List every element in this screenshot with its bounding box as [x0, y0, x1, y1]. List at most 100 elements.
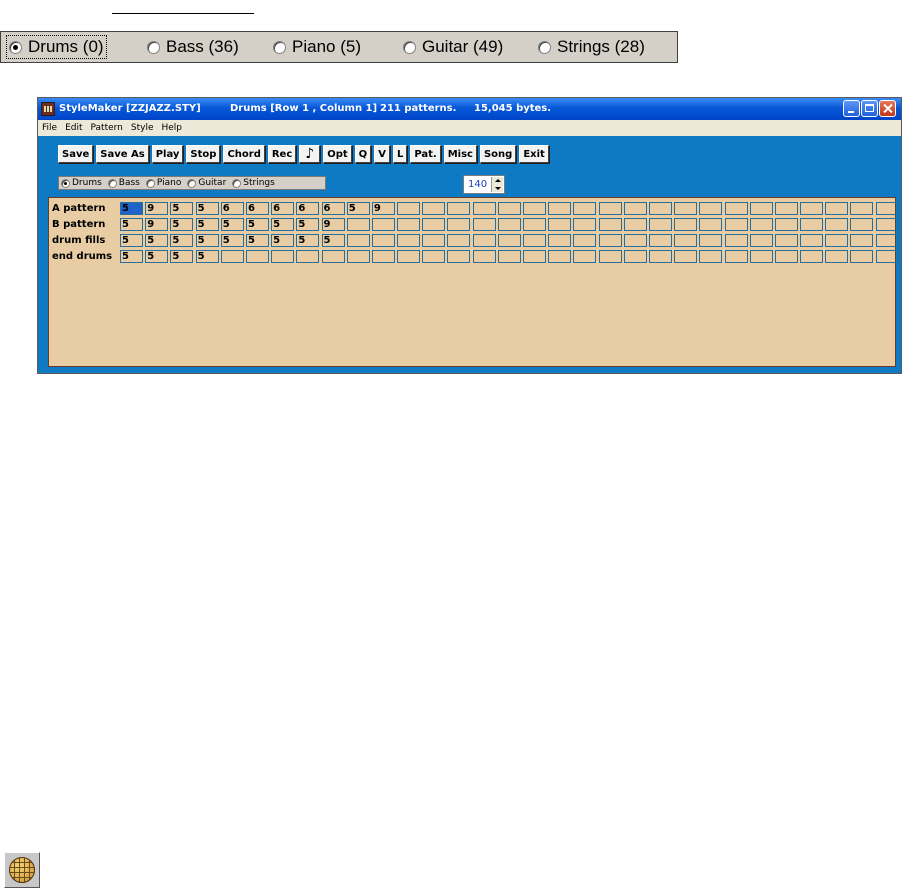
grid-cell[interactable]: [422, 201, 446, 215]
grid-cell[interactable]: [699, 233, 723, 247]
grid-cell[interactable]: [648, 201, 672, 215]
grid-cell[interactable]: 5: [145, 249, 169, 263]
grid-cell[interactable]: [674, 201, 698, 215]
radio-drums[interactable]: Drums: [61, 178, 102, 188]
radio-piano[interactable]: Piano: [145, 178, 181, 188]
song-button[interactable]: Song: [479, 145, 517, 163]
grid-cell[interactable]: [800, 217, 824, 231]
grid-cell[interactable]: [825, 201, 849, 215]
grid-cell[interactable]: [397, 201, 421, 215]
grid-cell[interactable]: [497, 217, 521, 231]
grid-cell[interactable]: [371, 217, 395, 231]
l-button[interactable]: L: [392, 145, 408, 163]
grid-cell[interactable]: [674, 217, 698, 231]
grid-cell[interactable]: 5: [195, 249, 219, 263]
grid-cell[interactable]: [371, 249, 395, 263]
grid-cell[interactable]: 5: [220, 217, 244, 231]
grid-cell[interactable]: [523, 217, 546, 231]
grid-cell[interactable]: 5: [120, 201, 143, 215]
exit-button[interactable]: Exit: [519, 145, 549, 163]
tempo-spinner[interactable]: 140: [463, 175, 505, 194]
grid-cell[interactable]: [422, 233, 446, 247]
grid-cell[interactable]: 9: [145, 217, 169, 231]
grid-cell[interactable]: 5: [120, 249, 143, 263]
grid-cell[interactable]: [623, 249, 647, 263]
radio-bass-large[interactable]: Bass (36): [147, 36, 239, 58]
grid-cell[interactable]: [220, 249, 244, 263]
q-button[interactable]: Q: [354, 145, 372, 163]
radio-guitar[interactable]: Guitar: [187, 178, 226, 188]
grid-cell[interactable]: [346, 249, 370, 263]
grid-cell[interactable]: [321, 249, 345, 263]
menu-file[interactable]: File: [42, 123, 57, 133]
menu-style[interactable]: Style: [131, 123, 154, 133]
grid-cell[interactable]: [724, 249, 748, 263]
grid-cell[interactable]: 5: [296, 233, 320, 247]
grid-cell[interactable]: [850, 217, 874, 231]
grid-cell[interactable]: 6: [296, 201, 320, 215]
grid-cell[interactable]: [346, 217, 370, 231]
grid-cell[interactable]: [548, 249, 572, 263]
radio-piano-large[interactable]: Piano (5): [273, 36, 361, 58]
grid-cell[interactable]: [648, 217, 672, 231]
radio-guitar-large[interactable]: Guitar (49): [403, 36, 503, 58]
grid-cell[interactable]: [825, 249, 849, 263]
grid-cell[interactable]: [245, 249, 269, 263]
grid-cell[interactable]: [749, 233, 773, 247]
grid-cell[interactable]: [623, 217, 647, 231]
title-bar[interactable]: StyleMaker [ZZJAZZ.STY] Drums [Row 1 , C…: [38, 98, 901, 120]
close-icon[interactable]: [879, 100, 896, 117]
globe-button[interactable]: [4, 852, 40, 888]
grid-cell[interactable]: 6: [271, 201, 295, 215]
maximize-icon[interactable]: [861, 100, 878, 117]
grid-cell[interactable]: 5: [195, 233, 219, 247]
grid-cell[interactable]: [850, 201, 874, 215]
spinner-buttons[interactable]: [491, 177, 503, 192]
menu-help[interactable]: Help: [162, 123, 183, 133]
grid-cell[interactable]: [598, 217, 622, 231]
grid-cell[interactable]: [447, 233, 471, 247]
grid-cell[interactable]: [422, 249, 446, 263]
grid-cell[interactable]: [674, 249, 698, 263]
rec-button[interactable]: Rec: [267, 145, 297, 163]
grid-cell[interactable]: [850, 249, 874, 263]
grid-cell[interactable]: [724, 217, 748, 231]
grid-cell[interactable]: [497, 233, 521, 247]
menu-pattern[interactable]: Pattern: [91, 123, 123, 133]
grid-cell[interactable]: 6: [220, 201, 244, 215]
grid-cell[interactable]: 5: [170, 249, 194, 263]
grid-cell[interactable]: [548, 233, 572, 247]
menu-edit[interactable]: Edit: [65, 123, 82, 133]
grid-cell[interactable]: [875, 249, 899, 263]
note-icon[interactable]: ♪: [299, 145, 321, 163]
grid-cell[interactable]: [472, 201, 496, 215]
minimize-icon[interactable]: [843, 100, 860, 117]
v-button[interactable]: V: [374, 145, 390, 163]
grid-cell[interactable]: [749, 217, 773, 231]
grid-cell[interactable]: [371, 233, 395, 247]
grid-cell[interactable]: [447, 249, 471, 263]
grid-cell[interactable]: [296, 249, 320, 263]
grid-cell[interactable]: 5: [195, 201, 219, 215]
grid-cell[interactable]: [573, 201, 597, 215]
tempo-value[interactable]: 140: [468, 179, 487, 190]
grid-cell[interactable]: 5: [170, 217, 194, 231]
pat-button[interactable]: Pat.: [410, 145, 441, 163]
grid-cell[interactable]: 5: [145, 233, 169, 247]
grid-cell[interactable]: [447, 201, 471, 215]
grid-cell[interactable]: [397, 233, 421, 247]
grid-cell[interactable]: [573, 217, 597, 231]
grid-cell[interactable]: [749, 201, 773, 215]
grid-cell[interactable]: [774, 249, 798, 263]
grid-cell[interactable]: 5: [195, 217, 219, 231]
grid-cell[interactable]: [598, 201, 622, 215]
grid-cell[interactable]: [850, 233, 874, 247]
grid-cell[interactable]: [397, 249, 421, 263]
grid-cell[interactable]: 5: [245, 233, 269, 247]
grid-cell[interactable]: 5: [346, 201, 370, 215]
grid-cell[interactable]: [422, 217, 446, 231]
radio-strings-large[interactable]: Strings (28): [538, 36, 645, 58]
grid-cell[interactable]: 5: [271, 217, 295, 231]
grid-cell[interactable]: 9: [145, 201, 169, 215]
grid-cell[interactable]: [648, 249, 672, 263]
